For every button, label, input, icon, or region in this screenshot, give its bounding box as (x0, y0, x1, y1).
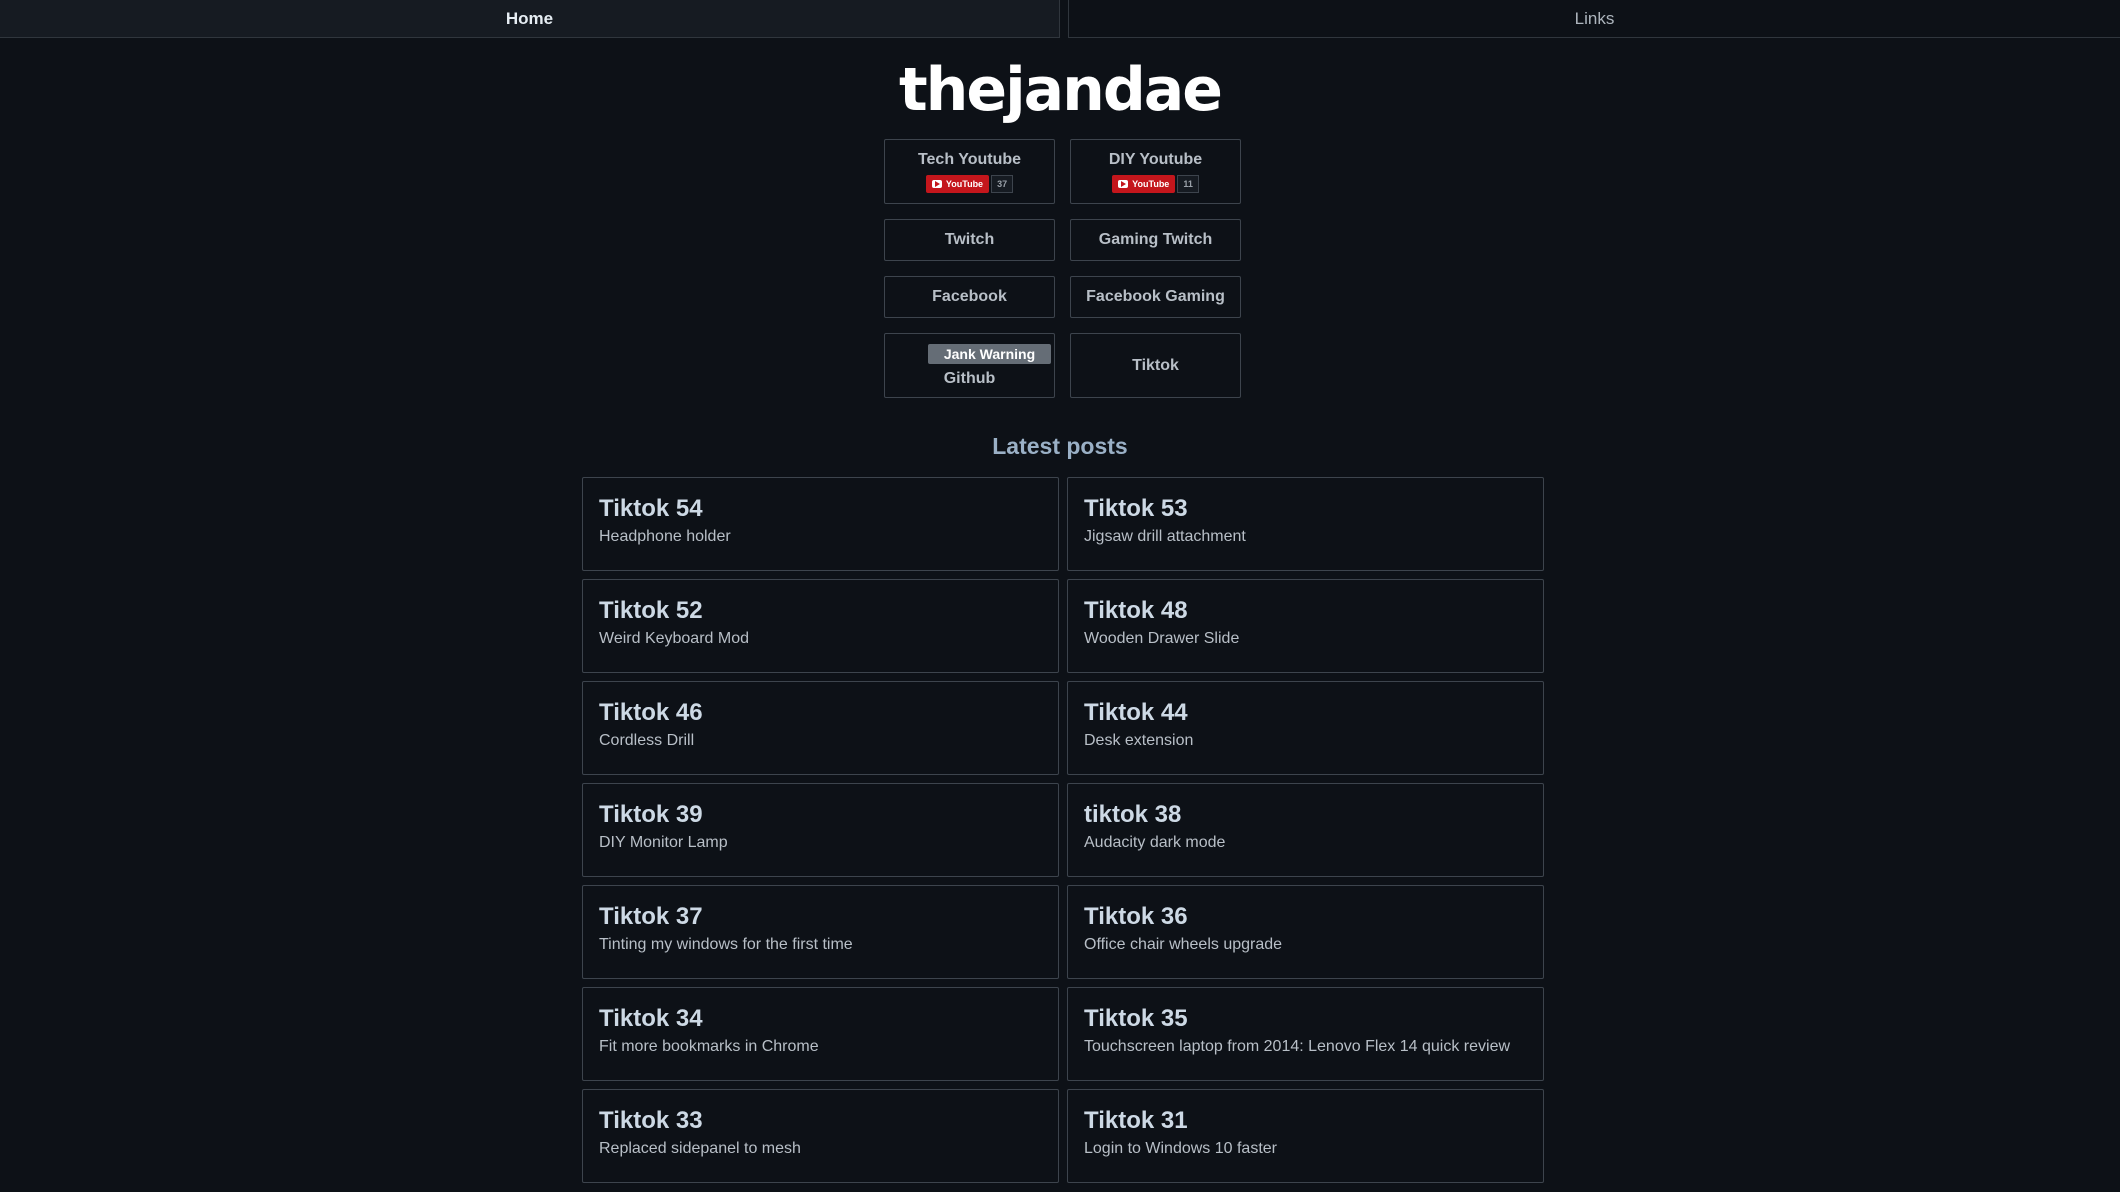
gaming-twitch-link[interactable]: Gaming Twitch (1070, 219, 1241, 261)
tech-youtube-label: Tech Youtube (917, 150, 1022, 168)
post-title: Tiktok 31 (1084, 1107, 1188, 1134)
youtube-badge-label: YouTube (945, 178, 984, 189)
subscriber-count: 37 (991, 174, 1014, 193)
post-description: Headphone holder (599, 528, 731, 545)
post-card[interactable]: Tiktok 46 Cordless Drill (582, 681, 1059, 775)
post-card[interactable]: tiktok 38 Audacity dark mode (1067, 783, 1544, 877)
post-title: Tiktok 39 (599, 801, 703, 828)
post-description: Wooden Drawer Slide (1084, 630, 1240, 647)
post-description: Jigsaw drill attachment (1084, 528, 1246, 545)
post-description: Desk extension (1084, 732, 1194, 749)
post-card[interactable]: Tiktok 33 Replaced sidepanel to mesh (582, 1089, 1059, 1183)
post-description: Audacity dark mode (1084, 834, 1226, 851)
subscriber-count: 11 (1177, 174, 1199, 193)
post-card[interactable]: Tiktok 54 Headphone holder (582, 477, 1059, 571)
post-title: Tiktok 36 (1084, 903, 1188, 930)
post-card[interactable]: Tiktok 44 Desk extension (1067, 681, 1544, 775)
post-title: Tiktok 35 (1084, 1005, 1188, 1032)
tab-links[interactable]: Links (1068, 0, 2120, 38)
diy-youtube-label: DIY Youtube (1108, 150, 1203, 168)
post-card[interactable]: Tiktok 31 Login to Windows 10 faster (1067, 1089, 1544, 1183)
post-title: Tiktok 53 (1084, 495, 1188, 522)
post-description: Weird Keyboard Mod (599, 630, 749, 647)
youtube-play-icon (931, 179, 942, 188)
github-label: Github (943, 369, 996, 387)
post-description: Touchscreen laptop from 2014: Lenovo Fle… (1084, 1038, 1511, 1055)
post-card[interactable]: Tiktok 36 Office chair wheels upgrade (1067, 885, 1544, 979)
post-description: DIY Monitor Lamp (599, 834, 728, 851)
post-title: Tiktok 48 (1084, 597, 1188, 624)
youtube-play-icon (1118, 179, 1129, 188)
youtube-badge-label: YouTube (1132, 178, 1170, 189)
jank-warning-badge: Jank Warning (927, 343, 1052, 364)
post-description: Fit more bookmarks in Chrome (599, 1038, 819, 1055)
post-card[interactable]: Tiktok 37 Tinting my windows for the firs… (582, 885, 1059, 979)
facebook-link[interactable]: Facebook (884, 276, 1055, 318)
post-title: tiktok 38 (1084, 801, 1182, 828)
post-description: Cordless Drill (599, 732, 695, 749)
youtube-subscribe-badge: YouTube (1112, 174, 1176, 193)
twitch-link[interactable]: Twitch (884, 219, 1055, 261)
post-card[interactable]: Tiktok 34 Fit more bookmarks in Chrome (582, 987, 1059, 1081)
post-card[interactable]: Tiktok 39 DIY Monitor Lamp (582, 783, 1059, 877)
post-description: Tinting my windows for the first time (599, 936, 853, 953)
top-navigation: Home Links (0, 0, 2120, 38)
diy-youtube-subscribe[interactable]: YouTube 11 (1112, 174, 1199, 193)
post-card[interactable]: Tiktok 35 Touchscreen laptop from 2014: L… (1067, 987, 1544, 1081)
post-description: Office chair wheels upgrade (1084, 936, 1283, 953)
post-card[interactable]: Tiktok 52 Weird Keyboard Mod (582, 579, 1059, 673)
diy-youtube-link[interactable]: DIY Youtube YouTube 11 (1070, 139, 1241, 204)
post-description: Login to Windows 10 faster (1084, 1140, 1277, 1157)
tab-home[interactable]: Home (0, 0, 1060, 38)
post-card[interactable]: Tiktok 53 Jigsaw drill attachment (1067, 477, 1544, 571)
tech-youtube-link[interactable]: Tech Youtube YouTube 37 (884, 139, 1055, 204)
latest-posts-heading: Latest posts (992, 432, 1128, 459)
tiktok-link[interactable]: Tiktok (1070, 333, 1241, 398)
tech-youtube-subscribe[interactable]: YouTube 37 (925, 174, 1014, 193)
github-link[interactable]: Jank Warning Github (884, 333, 1055, 398)
post-title: Tiktok 33 (599, 1107, 703, 1134)
post-title: Tiktok 46 (599, 699, 703, 726)
post-title: Tiktok 52 (599, 597, 703, 624)
post-description: Replaced sidepanel to mesh (599, 1140, 801, 1157)
post-title: Tiktok 37 (599, 903, 703, 930)
post-title: Tiktok 44 (1084, 699, 1188, 726)
site-logo[interactable]: thejandae (0, 50, 2120, 130)
post-card[interactable]: Tiktok 48 Wooden Drawer Slide (1067, 579, 1544, 673)
youtube-subscribe-badge: YouTube (925, 174, 990, 193)
post-title: Tiktok 34 (599, 1005, 703, 1032)
post-title: Tiktok 54 (599, 495, 703, 522)
facebook-gaming-link[interactable]: Facebook Gaming (1070, 276, 1241, 318)
